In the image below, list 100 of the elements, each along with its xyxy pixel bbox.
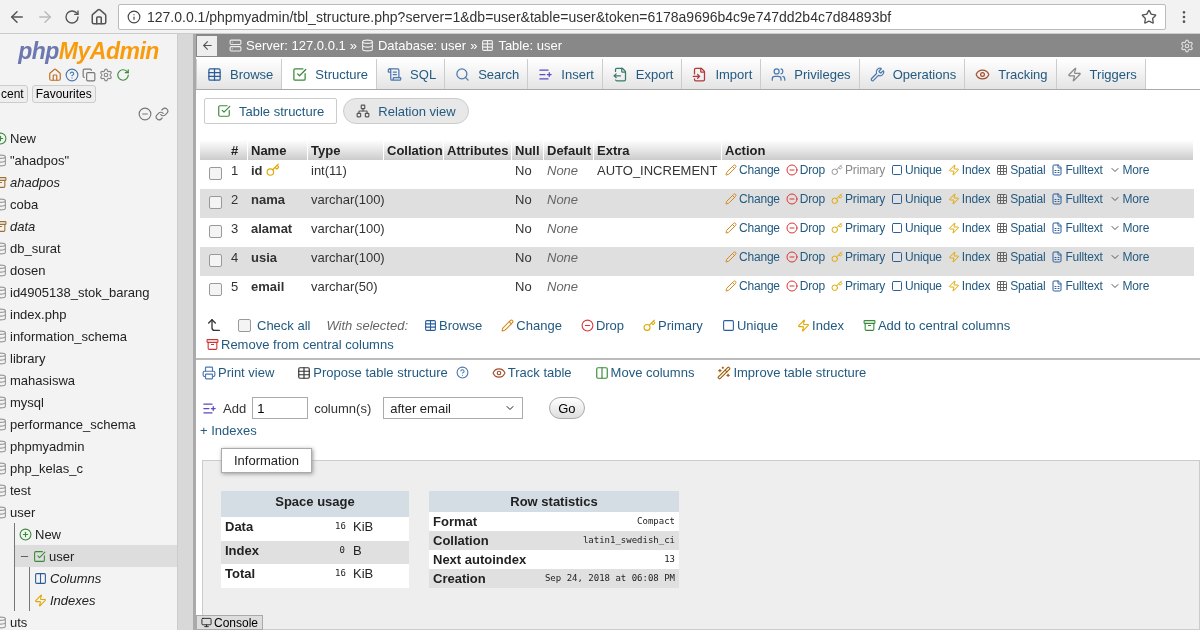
tree-item[interactable]: test [10,482,31,498]
tab[interactable]: Operations [858,59,966,89]
tree-item[interactable]: db_surat [10,240,61,256]
row-checkbox[interactable] [209,196,222,209]
action-link[interactable]: Index [947,221,991,235]
tree-item[interactable]: Indexes [50,592,96,608]
action-link[interactable]: Unique [891,221,942,235]
action-link[interactable]: Drop [785,279,826,293]
tree-item[interactable]: information_schema [10,328,128,344]
action-link[interactable]: Fulltext [1051,163,1103,177]
action-link[interactable]: Drop [785,221,826,235]
tree-item[interactable]: index.php [10,306,67,322]
action-link[interactable]: Fulltext [1051,221,1103,235]
action-link[interactable]: Fulltext [1051,192,1103,206]
column-count-field[interactable]: 1 [252,397,309,419]
address-bar[interactable]: 127.0.0.1/phpmyadmin/tbl_structure.php?server=1&db=user&table=user&token=6178a9696b4c9e747dd2b4c7d84893bf [118,3,1166,30]
action-link[interactable]: Unique [891,163,942,177]
action-link[interactable]: More [1108,250,1150,264]
toolbar-link[interactable]: Track table [491,365,572,380]
action-link[interactable]: Spatial [996,163,1046,177]
tree-item[interactable]: library [10,350,46,366]
tab[interactable]: Import [681,59,762,89]
tree-item[interactable]: "ahadpos" [10,152,70,168]
tab[interactable]: Triggers [1055,59,1146,89]
action-link[interactable]: Change [725,192,780,206]
row-checkbox[interactable] [209,254,222,267]
tree-item[interactable]: data [10,218,36,234]
tree-item[interactable]: mysql [10,394,44,410]
row-checkbox[interactable] [209,167,222,180]
go-button[interactable]: Go [549,397,585,419]
action-link[interactable]: Primary [831,279,885,293]
toolbar-link[interactable]: Print view [202,365,275,380]
bulk-action-link[interactable]: Browse [424,317,483,333]
action-link[interactable]: More [1108,163,1150,177]
tree-item[interactable]: Columns [50,570,102,586]
tab[interactable]: Insert [527,59,603,89]
action-link[interactable]: Unique [891,250,942,264]
action-link[interactable]: Fulltext [1051,250,1103,264]
tab[interactable]: Export [601,59,683,89]
collapse-button[interactable] [197,35,217,56]
action-link[interactable]: Index [947,163,991,177]
action-link[interactable]: Index [947,279,991,293]
action-link[interactable]: Spatial [996,221,1046,235]
action-link[interactable]: Index [947,250,991,264]
check-all-checkbox[interactable]: Check all [238,317,311,333]
scrollbar[interactable] [177,34,193,630]
bulk-action-link[interactable]: Primary [643,317,703,333]
tree-item[interactable]: performance_schema [10,416,136,432]
tree-item[interactable]: id4905138_stok_barang [10,284,150,300]
position-select[interactable]: after email [383,397,524,419]
tree-item[interactable]: mahasiswa [10,372,76,388]
indexes-link[interactable]: + Indexes [196,419,261,438]
console-tab[interactable]: Console [196,615,264,630]
action-link[interactable]: Index [947,192,991,206]
action-link[interactable]: Spatial [996,250,1046,264]
action-link[interactable]: More [1108,279,1150,293]
toolbar-link[interactable]: Propose table structure [297,365,469,380]
subtab[interactable]: Relation view [343,98,469,124]
tree-item[interactable]: ahadpos [10,174,60,190]
sidebar-tab[interactable]: cent [0,85,28,103]
bulk-action-link[interactable]: Index [797,317,844,333]
toolbar-link[interactable]: Move columns [594,365,695,380]
bulk-action-link[interactable]: Change [501,317,562,333]
action-link[interactable]: Fulltext [1051,279,1103,293]
action-link[interactable]: Change [725,279,780,293]
action-link[interactable]: Unique [891,279,942,293]
action-link[interactable]: Unique [891,192,942,206]
action-link[interactable]: Drop [785,163,826,177]
tab[interactable]: Search [444,59,529,89]
row-checkbox[interactable] [209,283,222,296]
tree-item[interactable]: uts [10,614,28,630]
tab[interactable]: Privileges [760,59,860,89]
action-link[interactable]: More [1108,192,1150,206]
tree-item[interactable]: php_kelas_c [10,460,83,476]
tree-item[interactable]: phpmyadmin [10,438,85,454]
action-link[interactable]: Primary [831,250,885,264]
tree-item[interactable]: dosen [10,262,46,278]
subtab[interactable]: Table structure [204,98,338,124]
action-link[interactable]: Drop [785,192,826,206]
tree-item[interactable]: coba [10,196,39,212]
tree-item[interactable]: user [10,504,36,520]
breadcrumb-link[interactable]: Table: user [498,38,562,53]
tree-item[interactable]: New [35,526,61,542]
sidebar-tab[interactable]: Favourites [31,85,96,103]
tree-item[interactable]: New [10,130,36,146]
tab[interactable]: SQL [376,59,446,89]
toolbar-link[interactable]: Improve table structure [717,365,867,380]
bulk-action-link[interactable]: Add to central columns [862,317,1011,333]
tab[interactable]: Tracking [964,59,1057,89]
action-link[interactable]: Drop [785,250,826,264]
bulk-action-link[interactable]: Unique [721,317,779,333]
action-link[interactable]: Spatial [996,192,1046,206]
row-checkbox[interactable] [209,225,222,238]
action-link[interactable]: More [1108,221,1150,235]
breadcrumb-link[interactable]: Database: user [377,38,467,53]
action-link[interactable]: Change [725,221,780,235]
action-link[interactable]: Primary [831,192,885,206]
action-link[interactable]: Spatial [996,279,1046,293]
bulk-action-link[interactable]: Drop [580,317,625,333]
tree-item[interactable]: user [49,548,75,564]
